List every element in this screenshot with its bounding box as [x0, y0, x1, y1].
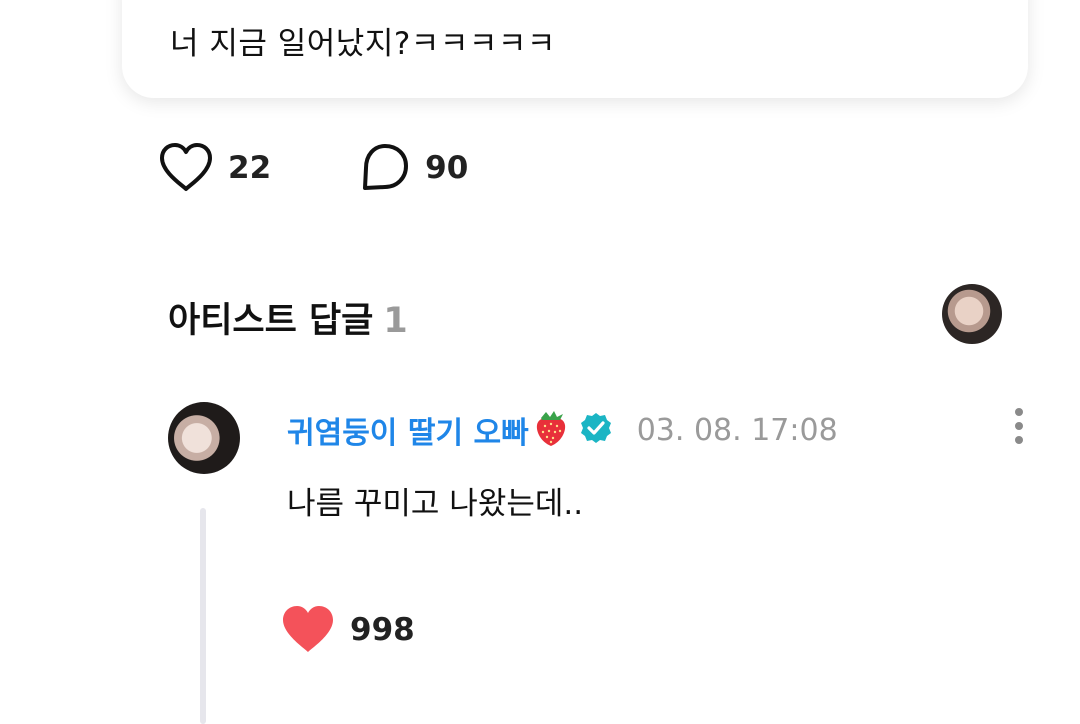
more-options-button[interactable] [1004, 406, 1034, 450]
reply-text: 나름 꾸미고 나왔는데.. [287, 486, 584, 522]
post-actions: 22 90 [158, 142, 468, 194]
comment-count: 90 [425, 150, 469, 186]
comment-button[interactable]: 90 [359, 142, 468, 194]
reply-author-name[interactable]: 귀염둥이 딸기 오빠 [287, 408, 529, 452]
heart-outline-icon [160, 143, 212, 191]
reply-header: 귀염둥이 딸기 오빠 03. 08. 17:08 [287, 408, 838, 452]
reply-date: 03. 08. 17:08 [636, 412, 838, 448]
artist-replies-heading: 아티스트 답글 1 [168, 292, 408, 343]
thread-line [200, 508, 206, 724]
like-count: 22 [228, 150, 272, 186]
page: 너 지금 일어났지?ㅋㅋㅋㅋㅋ 22 90 아티스트 답글 1 귀염둥이 딸기 오… [0, 0, 1080, 724]
artist-avatar-small[interactable] [942, 284, 1002, 344]
artist-replies-title: 아티스트 답글 [168, 301, 374, 341]
reply-author-avatar[interactable] [168, 402, 240, 474]
post-text: 너 지금 일어났지?ㅋㅋㅋㅋㅋ [170, 26, 556, 62]
like-button[interactable]: 22 [158, 142, 271, 194]
post-card: 너 지금 일어났지?ㅋㅋㅋㅋㅋ [122, 0, 1028, 98]
reply-like-button[interactable]: 998 [280, 604, 415, 656]
heart-filled-icon [283, 606, 333, 652]
artist-replies-count: 1 [383, 301, 408, 341]
verified-badge-icon [579, 411, 613, 449]
speech-bubble-icon [363, 144, 409, 190]
strawberry-icon [533, 408, 569, 452]
more-vertical-icon [1015, 408, 1023, 444]
reply-like-count: 998 [350, 612, 415, 648]
